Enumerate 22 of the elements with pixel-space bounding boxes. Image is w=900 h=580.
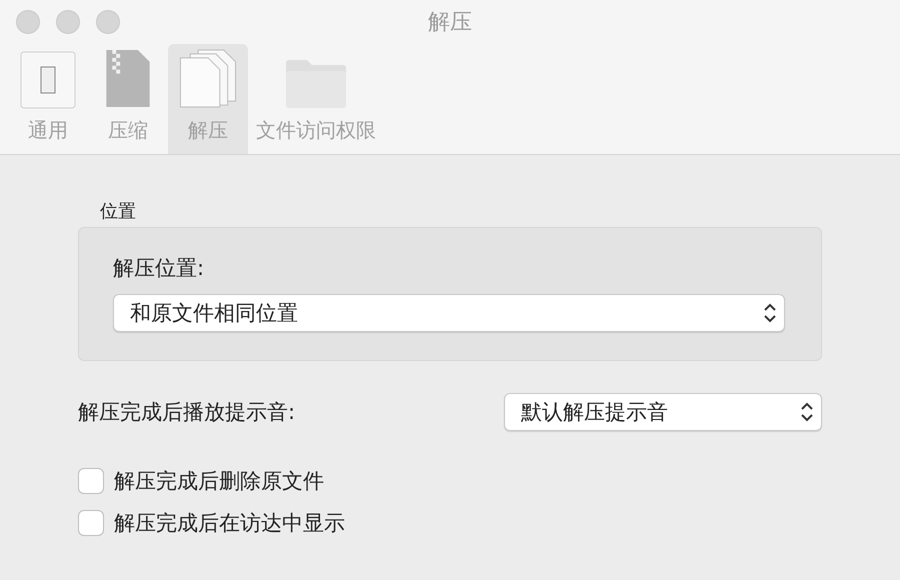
toolbar-tab[interactable]: 通用 [8, 44, 88, 154]
sound-label: 解压完成后播放提示音: [78, 399, 296, 426]
toolbar-tab[interactable]: 文件访问权限 [248, 44, 384, 154]
checkbox-label: 解压完成后删除原文件 [114, 468, 324, 495]
checkbox[interactable] [78, 468, 104, 494]
checkbox[interactable] [78, 510, 104, 536]
zip-file-icon [104, 48, 152, 109]
chevron-icon [762, 301, 778, 325]
toolbar-tab[interactable]: 压缩 [88, 44, 168, 154]
close-button[interactable] [16, 10, 40, 34]
switch-icon [20, 51, 76, 109]
checkbox-label: 解压完成后在访达中显示 [114, 510, 345, 537]
chevron-icon [799, 400, 815, 424]
group-title: 位置 [100, 200, 137, 223]
documents-icon [178, 48, 238, 109]
location-popup[interactable]: 和原文件相同位置 [113, 294, 785, 332]
window-title: 解压 [428, 9, 472, 37]
minimize-button[interactable] [56, 10, 80, 34]
sound-popup[interactable]: 默认解压提示音 [504, 393, 822, 431]
zoom-button[interactable] [96, 10, 120, 34]
location-label: 解压位置: [113, 255, 206, 282]
toolbar-tab[interactable]: 解压 [168, 44, 248, 154]
